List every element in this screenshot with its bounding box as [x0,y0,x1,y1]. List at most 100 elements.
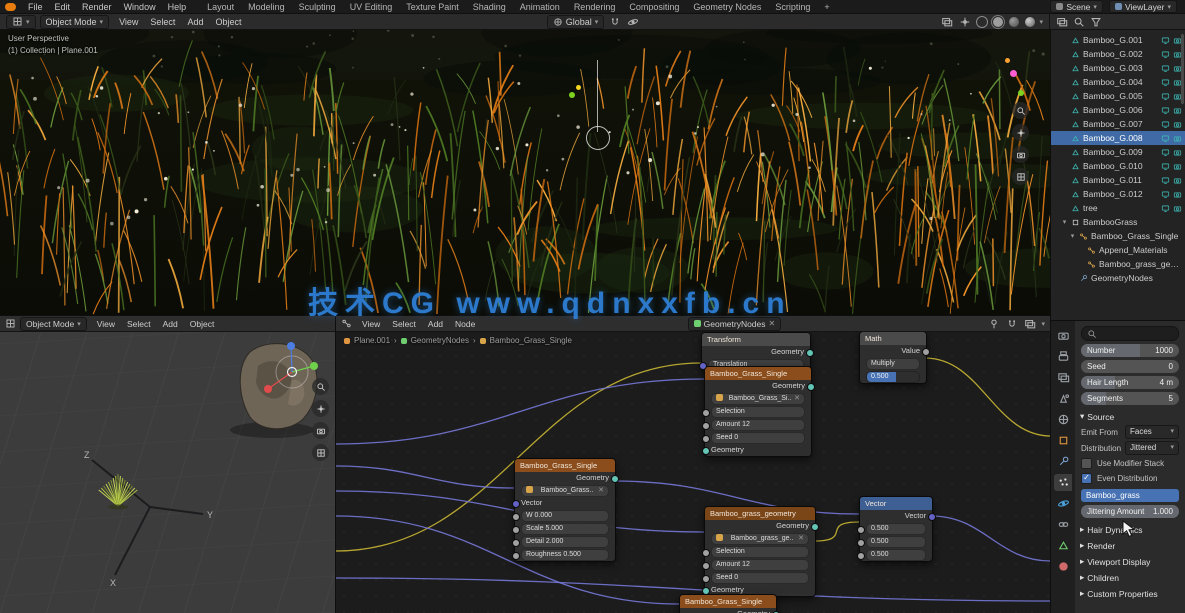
input-socket[interactable] [702,562,710,570]
outliner-row[interactable]: Bamboo_G.005 [1051,89,1185,103]
blender-logo-icon[interactable] [5,3,16,11]
checkbox[interactable]: ✓ [1081,473,1092,484]
render-visibility-icon[interactable] [1173,148,1182,157]
camera-view-icon[interactable] [1012,146,1029,163]
node-field[interactable]: Amount 12 [711,559,809,571]
properties-tab-output[interactable] [1054,348,1072,365]
input-socket[interactable] [702,549,710,557]
node-field[interactable]: Seed 0 [711,572,809,584]
node-editor[interactable]: ViewSelectAddNode GeometryNodes ✕ ▾ Plan… [335,315,1050,613]
prop-check-even-distribution[interactable]: ✓Even Distribution [1075,471,1185,486]
node-field[interactable]: Scale 5.000 [521,523,609,535]
empty-circle-marker[interactable] [586,126,610,150]
viewport-visibility-icon[interactable] [1161,148,1170,157]
outliner-editor-icon[interactable] [1056,16,1068,28]
viewport-visibility-icon[interactable] [1161,50,1170,59]
input-socket[interactable] [512,539,520,547]
node-field[interactable]: 0.500 [866,536,926,548]
zoom-icon[interactable] [312,378,329,395]
node-vector[interactable]: VectorVector0.5000.5000.500 [859,496,933,562]
workspace-tab-geometry-nodes[interactable]: Geometry Nodes [686,2,768,12]
outliner-row[interactable]: Bamboo_G.010 [1051,159,1185,173]
input-socket[interactable] [702,587,710,595]
node-field[interactable]: 0.500 [866,549,926,561]
outliner-row[interactable]: Bamboo_G.002 [1051,47,1185,61]
node-name-field[interactable]: Bamboo_Grass..✕ [521,485,609,497]
filter-icon[interactable] [1090,16,1102,28]
secondary-3d-viewport[interactable]: Object Mode ▾ ViewSelectAddObject ZYX [0,315,335,613]
node-slider[interactable]: 0.500 [866,371,920,383]
chevron-down-icon[interactable]: ▾ [1040,18,1044,26]
grid-icon[interactable] [312,444,329,461]
input-socket[interactable] [702,575,710,583]
outliner-row[interactable]: Bamboo_G.009 [1051,145,1185,159]
prop-section-custom-properties[interactable]: ▸Custom Properties [1075,585,1185,601]
node-header[interactable]: Transform [702,333,810,346]
expand-caret-icon[interactable]: ▾ [1061,218,1068,226]
output-socket[interactable] [807,383,815,391]
node-header[interactable]: Bamboo_Grass_Single [515,459,615,472]
render-visibility-icon[interactable] [1173,106,1182,115]
properties-tab-modifiers[interactable] [1054,453,1072,470]
close-icon[interactable]: ✕ [798,534,804,544]
node-field[interactable]: Amount 12 [711,419,805,431]
workspace-tab-shading[interactable]: Shading [466,2,513,12]
properties-tab-view-layer[interactable] [1054,369,1072,386]
properties-tab-render[interactable] [1054,327,1072,344]
transform-orientation-dropdown[interactable]: Global ▾ [547,15,605,29]
output-socket[interactable] [811,523,819,531]
viewport-menu-view[interactable]: View [113,17,144,27]
prop-slider-segments[interactable]: Segments5 [1081,392,1179,405]
viewport-menu-object[interactable]: Object [209,17,247,27]
properties-tab-scene[interactable] [1054,390,1072,407]
outliner-row[interactable]: Bamboo_grass_geometry [1051,257,1185,271]
shading-rendered-button[interactable] [1024,16,1036,28]
viewport-visibility-icon[interactable] [1161,162,1170,171]
prop-section-viewport-display[interactable]: ▸Viewport Display [1075,553,1185,569]
outliner-row[interactable]: Bamboo_G.006 [1051,103,1185,117]
menu-window[interactable]: Window [118,2,162,12]
prop-section-children[interactable]: ▸Children [1075,569,1185,585]
outliner-row[interactable]: Bamboo_G.003 [1051,61,1185,75]
prop-check-use-modifier-stack[interactable]: Use Modifier Stack [1075,456,1185,471]
viewport-visibility-icon[interactable] [1161,190,1170,199]
render-visibility-icon[interactable] [1173,176,1182,185]
prop-slider-number[interactable]: Number1000 [1081,344,1179,357]
editor-type-icon[interactable] [5,318,16,329]
workspace-tab-rendering[interactable]: Rendering [567,2,623,12]
object-origin-marker[interactable] [1018,90,1024,96]
workspace-tab-modeling[interactable]: Modeling [241,2,292,12]
breadcrumb-item[interactable]: Plane.001 [354,336,390,345]
object-origin-marker[interactable] [569,92,575,98]
outliner-row[interactable]: Bamboo_G.011 [1051,173,1185,187]
properties-tab-material[interactable] [1054,558,1072,575]
search-input[interactable] [1101,328,1175,340]
outliner-row[interactable]: Append_Materials [1051,243,1185,257]
input-socket[interactable] [699,362,707,370]
node-field[interactable]: Selection [711,546,809,558]
input-socket[interactable] [512,526,520,534]
input-socket[interactable] [702,435,710,443]
secondary-viewport-menu-view[interactable]: View [91,319,121,329]
viewport-visibility-icon[interactable] [1161,92,1170,101]
close-icon[interactable]: ✕ [598,486,604,496]
scene-selector[interactable]: Scene ▾ [1050,0,1103,13]
input-socket[interactable] [702,422,710,430]
mode-dropdown[interactable]: Object Mode ▾ [20,317,87,331]
viewport-visibility-icon[interactable] [1161,204,1170,213]
render-visibility-icon[interactable] [1173,190,1182,199]
prop-select-distribution[interactable]: Jittered▾ [1125,441,1179,455]
prop-slider-jittering-amount[interactable]: Jittering Amount1.000 [1081,505,1179,518]
node-bamboo-grass-geometry[interactable]: Bamboo_grass_geometryGeometryBamboo_gras… [704,506,816,597]
object-origin-marker[interactable] [1005,58,1010,63]
node-field[interactable]: 0.500 [866,523,926,535]
outliner-row[interactable]: tree [1051,201,1185,215]
node-math[interactable]: MathValueMultiply0.500 [859,331,927,384]
expand-caret-icon[interactable]: ▾ [1069,232,1076,240]
input-socket[interactable] [857,539,865,547]
close-icon[interactable]: ✕ [794,394,800,404]
overlays-icon[interactable] [940,15,954,29]
input-socket[interactable] [702,409,710,417]
prop-slider-seed[interactable]: Seed0 [1081,360,1179,373]
shading-material-button[interactable] [1008,16,1020,28]
